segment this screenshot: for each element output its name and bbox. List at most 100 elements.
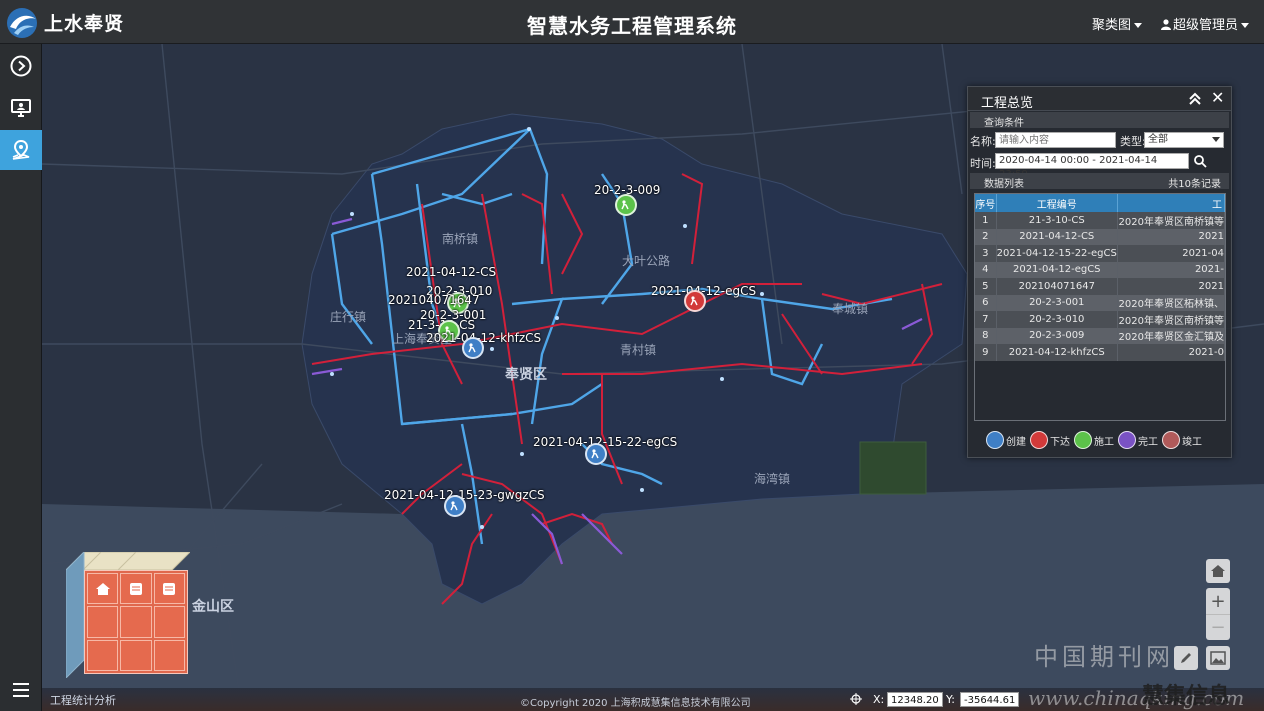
caret-down-icon: [1241, 23, 1250, 28]
column-header[interactable]: 工: [1117, 194, 1225, 212]
worker-icon: [1118, 431, 1136, 449]
project-pin[interactable]: 2021-04-12-khfzCS: [426, 331, 541, 345]
list-section-label: 数据列表: [984, 179, 1024, 190]
type-select[interactable]: 全部: [1144, 132, 1224, 148]
column-header[interactable]: 工程编号: [996, 194, 1118, 212]
user-name: 超级管理员: [1173, 18, 1239, 33]
pencil-icon: [1181, 653, 1191, 663]
table-cell: 2021-04-12-CS: [996, 228, 1118, 245]
table-row[interactable]: 6 20-2-3-001 2020年奉贤区柘林镇、: [975, 294, 1225, 311]
worker-icon: [690, 296, 698, 306]
table-row[interactable]: 5 202104071647 2021: [975, 278, 1225, 295]
basemap-button[interactable]: [1206, 646, 1230, 670]
sidebar-item-play[interactable]: [0, 46, 42, 86]
legend-item-completed[interactable]: 完工: [1118, 431, 1158, 449]
table-row[interactable]: 4 2021-04-12-egCS 2021-: [975, 261, 1225, 278]
close-icon[interactable]: ✕: [1211, 90, 1227, 106]
type-label: 类型:: [1120, 135, 1146, 148]
pin-label: 202104071647: [388, 293, 480, 307]
cube-cell[interactable]: [153, 606, 185, 638]
cube-cell[interactable]: [87, 639, 119, 671]
home-icon: [95, 582, 110, 595]
menu-toggle-button[interactable]: [0, 675, 42, 705]
document-icon: [163, 582, 176, 595]
view-cube[interactable]: [66, 552, 190, 678]
created-pin-icon[interactable]: [444, 495, 466, 517]
cube-cell[interactable]: [153, 639, 185, 671]
collapse-icon[interactable]: [1187, 91, 1203, 107]
cube-doc-button[interactable]: [153, 573, 185, 605]
statistics-link[interactable]: 工程统计分析: [50, 692, 116, 708]
zoom-out-button[interactable]: −: [1206, 614, 1230, 640]
project-overview-panel: 工程总览 ✕ 查询条件 名称: 类型: 全部 时间: 2020-04-14 00…: [967, 86, 1232, 458]
caret-down-icon: [1212, 137, 1220, 142]
table-row[interactable]: 3 2021-04-12-15-22-egCS 2021-04: [975, 245, 1225, 262]
table-cell: 21-3-10-CS: [996, 212, 1118, 229]
map-pin-icon: [12, 139, 30, 160]
place-label: 青村镇: [620, 343, 657, 357]
project-pin[interactable]: 2021-04-12-CS: [406, 265, 496, 279]
caret-down-icon: [1134, 23, 1143, 28]
created-pin-icon[interactable]: [585, 443, 607, 465]
place-label: 南桥镇: [442, 232, 479, 246]
x-coord-label: X:: [873, 693, 885, 706]
cube-cell[interactable]: [120, 606, 152, 638]
zoom-in-button[interactable]: +: [1206, 588, 1230, 614]
project-table: 序号 工程编号 工 1 21-3-10-CS 2020年奉贤区南桥镇等 2 20…: [974, 193, 1226, 421]
home-icon: [1211, 565, 1225, 577]
draw-button[interactable]: [1174, 646, 1198, 670]
list-section-bar: 数据列表 共10条记录: [970, 173, 1229, 190]
zoom-control: + −: [1206, 588, 1230, 640]
table-row[interactable]: 2 2021-04-12-CS 2021: [975, 228, 1225, 245]
table-row[interactable]: 7 20-2-3-010 2020年奉贤区南桥镇等: [975, 311, 1225, 328]
worker-icon: [986, 431, 1004, 449]
column-header[interactable]: 序号: [975, 194, 997, 212]
name-input[interactable]: [995, 132, 1116, 148]
table-cell: 2021-04-12-khfzCS: [996, 344, 1118, 361]
home-view-button[interactable]: [1206, 559, 1230, 583]
legend-label: 竣工: [1182, 436, 1202, 448]
worker-icon: [621, 200, 629, 210]
legend-label: 下达: [1050, 436, 1070, 448]
construction-pin-icon[interactable]: [615, 194, 637, 216]
table-cell: 2: [975, 228, 997, 245]
legend-item-created[interactable]: 创建: [986, 431, 1026, 449]
image-icon: [1210, 651, 1226, 665]
place-label: 海湾镇: [754, 472, 791, 486]
cluster-view-dropdown[interactable]: 聚类图: [1092, 14, 1143, 33]
table-cell: 3: [975, 245, 997, 262]
document-icon: [129, 582, 142, 595]
search-icon[interactable]: [1193, 154, 1207, 168]
created-pin-icon[interactable]: [462, 337, 484, 359]
worker-icon: [1030, 431, 1048, 449]
table-row[interactable]: 8 20-2-3-009 2020年奉贤区金汇镇及: [975, 327, 1225, 344]
logo-icon: [7, 8, 37, 38]
legend-item-accepted[interactable]: 竣工: [1162, 431, 1202, 449]
table-cell: 2020年奉贤区南桥镇等: [1117, 212, 1225, 229]
legend-label: 施工: [1094, 436, 1114, 448]
table-row[interactable]: 1 21-3-10-CS 2020年奉贤区南桥镇等: [975, 212, 1225, 229]
table-cell: 20-2-3-009: [996, 327, 1118, 344]
panel-header: 工程总览 ✕: [968, 87, 1231, 111]
table-row[interactable]: 9 2021-04-12-khfzCS 2021-0: [975, 344, 1225, 361]
user-icon: [1161, 19, 1171, 30]
cube-side-face: [66, 552, 85, 678]
table-cell: 2021-0: [1117, 344, 1225, 361]
cube-home-button[interactable]: [87, 573, 119, 605]
cube-cell[interactable]: [120, 639, 152, 671]
sidebar-item-monitor[interactable]: [0, 88, 42, 128]
cube-doc-button[interactable]: [120, 573, 152, 605]
table-cell: 8: [975, 327, 997, 344]
table-cell: 2021-04-12-egCS: [996, 261, 1118, 278]
panel-title: 工程总览: [981, 96, 1034, 111]
issued-pin-icon[interactable]: [684, 290, 706, 312]
sidebar-item-map[interactable]: [0, 130, 42, 170]
table-cell: 2021-: [1117, 261, 1225, 278]
table-cell: 9: [975, 344, 997, 361]
legend-item-construction[interactable]: 施工: [1074, 431, 1114, 449]
cube-cell[interactable]: [87, 606, 119, 638]
time-range-input[interactable]: 2020-04-14 00:00 - 2021-04-14 23:59: [995, 153, 1189, 180]
user-dropdown[interactable]: 超级管理员: [1161, 14, 1250, 33]
project-pin[interactable]: 202104071647: [388, 293, 480, 307]
legend-item-issued[interactable]: 下达: [1030, 431, 1070, 449]
